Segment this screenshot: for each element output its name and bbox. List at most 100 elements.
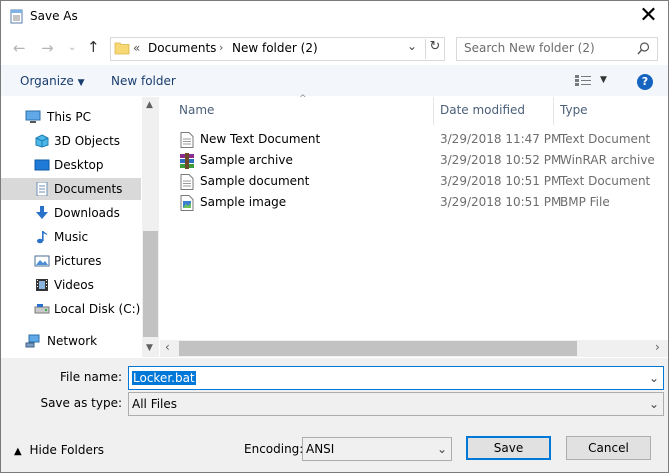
scroll-up-icon[interactable]: ▲ bbox=[146, 100, 153, 110]
file-type: Text Document bbox=[560, 132, 651, 146]
nav-item-network[interactable]: Network bbox=[1, 330, 141, 352]
column-header-date[interactable]: Date modified bbox=[440, 103, 525, 117]
search-input[interactable]: Search New folder (2) bbox=[464, 41, 595, 55]
column-divider[interactable] bbox=[553, 97, 554, 125]
nav-label: Pictures bbox=[54, 254, 102, 268]
nav-item-3d-objects[interactable]: 3D Objects bbox=[1, 130, 141, 152]
close-button[interactable]: ✕ bbox=[629, 3, 668, 31]
file-date: 3/29/2018 10:51 PM bbox=[440, 195, 562, 209]
pictures-icon bbox=[34, 255, 50, 267]
save-type-value: All Files bbox=[132, 397, 178, 411]
file-row[interactable]: New Text Document 3/29/2018 11:47 PM Tex… bbox=[160, 129, 668, 150]
nav-item-documents[interactable]: Documents bbox=[1, 178, 141, 200]
chevron-up-icon: ▲ bbox=[14, 446, 22, 457]
view-dropdown-icon[interactable]: ▼ bbox=[600, 75, 607, 85]
encoding-select[interactable]: ANSI ⌄ bbox=[302, 437, 452, 461]
file-list-scroll-thumb[interactable] bbox=[179, 341, 577, 356]
save-type-dropdown-icon: ⌄ bbox=[648, 397, 659, 411]
cancel-button[interactable]: Cancel bbox=[566, 436, 651, 460]
up-arrow-icon[interactable]: ↑ bbox=[87, 38, 100, 56]
file-name: Sample archive bbox=[200, 153, 293, 167]
hide-folders-toggle[interactable]: ▲ Hide Folders bbox=[14, 443, 104, 457]
nav-item-music[interactable]: Music bbox=[1, 226, 141, 248]
text-file-icon bbox=[180, 174, 194, 190]
nav-item-videos[interactable]: Videos bbox=[1, 274, 141, 296]
hide-folders-label: Hide Folders bbox=[29, 443, 105, 457]
nav-label: Local Disk (C:) bbox=[54, 302, 141, 316]
save-as-dialog: Save As ✕ ← → ⌄ ↑ « Documents › New fold… bbox=[0, 0, 669, 473]
file-type: WinRAR archive bbox=[560, 153, 655, 167]
organize-button[interactable]: Organize ▼ bbox=[20, 74, 85, 88]
help-icon[interactable]: ? bbox=[637, 74, 653, 90]
notepad-icon bbox=[10, 9, 23, 24]
recent-locations-chevron-icon[interactable]: ⌄ bbox=[68, 39, 76, 57]
computer-icon bbox=[25, 110, 41, 123]
breadcrumb-documents[interactable]: Documents bbox=[148, 41, 216, 55]
image-file-icon bbox=[180, 195, 194, 211]
file-name-label: File name: bbox=[60, 370, 122, 384]
save-form: File name: Locker.bat ⌄ Save as type: Al… bbox=[1, 358, 668, 472]
nav-item-local-disk[interactable]: Local Disk (C:) bbox=[1, 298, 141, 320]
new-folder-button[interactable]: New folder bbox=[111, 74, 176, 88]
scroll-right-icon[interactable]: › bbox=[655, 340, 660, 354]
nav-label: Documents bbox=[54, 182, 123, 196]
scroll-down-icon[interactable]: ▼ bbox=[146, 343, 153, 353]
scroll-left-icon[interactable]: ‹ bbox=[165, 340, 170, 354]
file-date: 3/29/2018 10:52 PM bbox=[440, 153, 562, 167]
nav-item-this-pc[interactable]: This PC bbox=[1, 106, 141, 128]
address-bar[interactable]: « Documents › New folder (2) ⌄ ↻ bbox=[110, 37, 445, 61]
file-list: ^ Name Date modified Type New Text Docum… bbox=[160, 94, 668, 343]
command-bar: Organize ▼ New folder ▼ ? bbox=[1, 65, 668, 96]
address-overflow[interactable]: « bbox=[133, 41, 140, 55]
nav-label: Music bbox=[54, 230, 89, 244]
search-box[interactable]: Search New folder (2) bbox=[456, 37, 658, 61]
save-type-select[interactable]: All Files ⌄ bbox=[128, 392, 664, 416]
refresh-icon[interactable]: ↻ bbox=[425, 39, 444, 59]
breadcrumb-new-folder-2[interactable]: New folder (2) bbox=[232, 41, 318, 55]
save-button[interactable]: Save bbox=[466, 436, 551, 460]
nav-label: Downloads bbox=[54, 206, 120, 220]
drive-icon bbox=[34, 304, 50, 314]
desktop-icon bbox=[34, 159, 50, 171]
encoding-value: ANSI bbox=[306, 442, 335, 456]
text-file-icon bbox=[180, 132, 194, 148]
file-type: Text Document bbox=[560, 174, 651, 188]
cube-icon bbox=[35, 134, 49, 148]
encoding-label: Encoding: bbox=[244, 442, 304, 456]
documents-icon bbox=[36, 182, 48, 196]
music-note-icon bbox=[37, 231, 47, 244]
file-date: 3/29/2018 10:51 PM bbox=[440, 174, 562, 188]
file-name-dropdown-icon[interactable]: ⌄ bbox=[649, 367, 659, 389]
address-dropdown-icon[interactable]: ⌄ bbox=[407, 39, 417, 53]
file-name: Sample document bbox=[200, 174, 310, 188]
file-row[interactable]: Sample archive 3/29/2018 10:52 PM WinRAR… bbox=[160, 150, 668, 171]
nav-item-downloads[interactable]: Downloads bbox=[1, 202, 141, 224]
column-header-name[interactable]: Name bbox=[179, 103, 214, 117]
title-bar: Save As ✕ bbox=[1, 1, 668, 32]
forward-arrow-icon[interactable]: → bbox=[41, 39, 54, 57]
chevron-right-icon: › bbox=[219, 41, 224, 54]
close-icon: ✕ bbox=[639, 3, 658, 28]
file-row[interactable]: Sample document 3/29/2018 10:51 PM Text … bbox=[160, 171, 668, 192]
nav-item-desktop[interactable]: Desktop bbox=[1, 154, 141, 176]
file-name-field[interactable]: Locker.bat ⌄ bbox=[128, 366, 664, 390]
encoding-dropdown-icon: ⌄ bbox=[436, 442, 447, 456]
back-arrow-icon[interactable]: ← bbox=[13, 39, 26, 57]
nav-item-pictures[interactable]: Pictures bbox=[1, 250, 141, 272]
nav-scroll-thumb[interactable] bbox=[143, 231, 158, 337]
winrar-icon bbox=[180, 153, 194, 169]
navigation-pane: This PC 3D Objects Desktop Documents Dow… bbox=[1, 97, 159, 357]
file-row[interactable]: Sample image 3/29/2018 10:51 PM BMP File bbox=[160, 192, 668, 213]
nav-label: This PC bbox=[47, 110, 91, 124]
nav-label: Network bbox=[47, 334, 98, 348]
download-arrow-icon bbox=[36, 206, 48, 219]
folder-icon bbox=[114, 42, 130, 55]
view-options-icon[interactable] bbox=[574, 74, 592, 87]
file-type: BMP File bbox=[560, 195, 610, 209]
column-header-type[interactable]: Type bbox=[560, 103, 588, 117]
caret-down-icon: ▼ bbox=[77, 78, 85, 88]
column-divider[interactable] bbox=[433, 97, 434, 125]
nav-label: 3D Objects bbox=[54, 134, 121, 148]
file-name-value: Locker.bat bbox=[132, 371, 196, 385]
file-date: 3/29/2018 11:47 PM bbox=[440, 132, 562, 146]
